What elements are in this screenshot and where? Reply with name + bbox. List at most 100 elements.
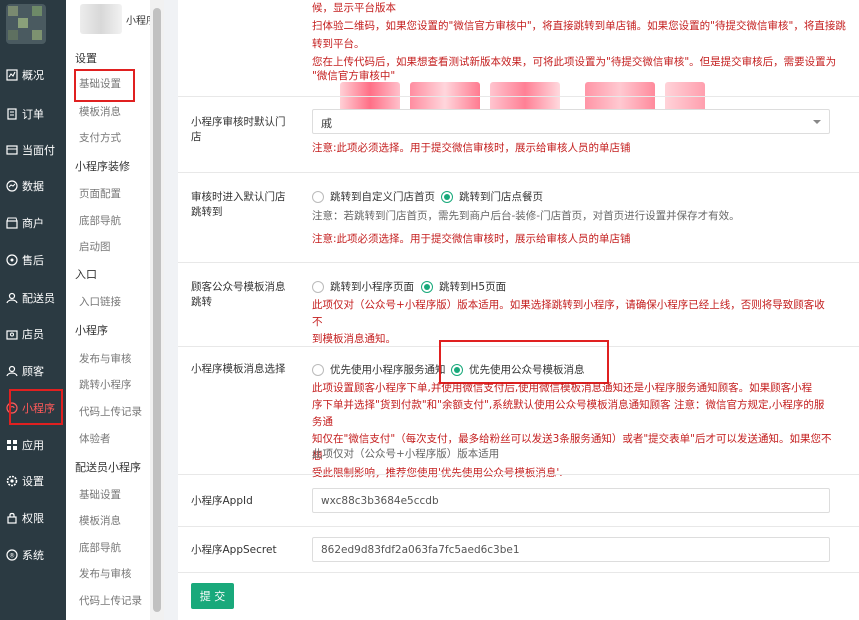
radio-dot[interactable]	[312, 280, 324, 293]
template-choice-label: 小程序模板消息选择	[191, 363, 286, 375]
apps-icon	[6, 439, 18, 451]
default-store-select[interactable]: 戚	[312, 109, 830, 134]
svg-text:®: ®	[9, 553, 15, 560]
sidebar-item-label: 设置	[22, 475, 44, 488]
row-divider	[178, 526, 859, 527]
blurred-store-name	[80, 4, 122, 34]
appid-label: 小程序AppId	[191, 495, 253, 507]
sidebar-item-label: 店员	[22, 328, 44, 341]
radio-store-order-page[interactable]: 跳转到门店点餐页	[441, 189, 543, 204]
submenu-link[interactable]: 代码上传记录	[79, 404, 142, 419]
submenu-link[interactable]: 发布与审核	[79, 566, 132, 581]
selected-option-highlight	[439, 340, 609, 384]
customer-icon	[6, 365, 18, 377]
sidebar-item-staff[interactable]: 店员	[0, 321, 66, 347]
sidebar-item-label: 应用	[22, 439, 44, 452]
sidebar-item-customer[interactable]: 顾客	[0, 358, 66, 384]
submenu-link[interactable]: 模板消息	[79, 104, 121, 119]
pay-icon	[6, 144, 18, 156]
submenu-link[interactable]: 底部导航	[79, 540, 121, 555]
sidebar-item-courier[interactable]: 配送员	[0, 285, 66, 311]
top-warning-line: "微信官方审核中"	[312, 70, 396, 82]
submenu-scrollbar[interactable]	[150, 0, 164, 620]
top-warning-line: 扫体验二维码，如果您设置的"微信官方审核中"，将直接跳转到单店铺。如果您设置的"…	[312, 20, 846, 32]
submenu-group-title: 小程序装修	[75, 160, 130, 173]
radio-miniprogram-service-notice[interactable]: 优先使用小程序服务通知	[312, 362, 446, 377]
sidebar-item-overview[interactable]: 概况	[0, 62, 66, 88]
sidebar-item-apps[interactable]: 应用	[0, 432, 66, 458]
submenu-link[interactable]: 支付方式	[79, 130, 121, 145]
submenu-link[interactable]: 模板消息	[79, 513, 121, 528]
sidebar-item-label: 概况	[22, 69, 44, 82]
courier-icon	[6, 292, 18, 304]
sidebar-item-permission[interactable]: 权限	[0, 505, 66, 531]
submenu-link[interactable]: 底部导航	[79, 213, 121, 228]
sidebar-item-label: 数据	[22, 180, 44, 193]
submenu-header: 小程序	[66, 0, 156, 40]
radio-jump-h5[interactable]: 跳转到H5页面	[421, 279, 506, 294]
sidebar-item-pay[interactable]: 当面付	[0, 137, 66, 163]
permission-icon	[6, 512, 18, 524]
appsecret-label: 小程序AppSecret	[191, 544, 277, 556]
jump-default-label: 审核时进入默认门店跳转到	[191, 191, 286, 218]
sidebar-item-label: 订单	[22, 108, 44, 121]
submenu-link[interactable]: 基础设置	[79, 487, 121, 502]
sidebar-item-settings[interactable]: 设置	[0, 468, 66, 494]
sidebar-item-system[interactable]: ® 系统	[0, 542, 66, 568]
settings-icon	[6, 475, 18, 487]
submenu-link[interactable]: 启动图	[79, 239, 111, 254]
row-divider	[178, 572, 859, 573]
sidebar-item-merchant[interactable]: 商户	[0, 210, 66, 236]
submenu-link[interactable]: 页面配置	[79, 186, 121, 201]
aftersale-icon	[6, 254, 18, 266]
chevron-down-icon	[811, 116, 823, 128]
row-divider	[178, 474, 859, 475]
submenu-link[interactable]: 入口链接	[79, 294, 121, 309]
system-icon: ®	[6, 549, 18, 561]
submit-button[interactable]: 提 交	[191, 583, 234, 609]
submenu-link[interactable]: 代码上传记录	[79, 593, 142, 608]
template-choice-help: 此项设置顾客小程序下单,并使用微信支付后,使用微信模板消息通知还是小程序服务通知…	[312, 382, 832, 479]
staff-icon	[6, 328, 18, 340]
sidebar-item-order[interactable]: 订单	[0, 101, 66, 127]
sidebar-item-label: 权限	[22, 512, 44, 525]
appid-input[interactable]: wxc88c3b3684e5ccdb	[312, 488, 830, 513]
data-icon	[6, 180, 18, 192]
order-icon	[6, 108, 18, 120]
submenu-link[interactable]: 跳转小程序	[79, 377, 132, 392]
radio-dot[interactable]	[421, 280, 433, 293]
submenu-group-title: 设置	[75, 52, 97, 65]
top-warning-line: 您在上传代码后，如果想查看测试新版本效果，可将此项设置为"待提交微信审核"。但是…	[312, 56, 837, 68]
submenu-link[interactable]: 体验者	[79, 431, 111, 446]
top-warning-line: 候，显示平台版本	[312, 2, 396, 14]
row-divider	[178, 172, 859, 173]
sidebar-item-aftersale[interactable]: 售后	[0, 247, 66, 273]
radio-custom-store-home[interactable]: 跳转到自定义门店首页	[312, 189, 435, 204]
row-divider	[178, 262, 859, 263]
sidebar-item-label: 系统	[22, 549, 44, 562]
radio-dot[interactable]	[312, 190, 324, 203]
sidebar-item-label: 配送员	[22, 292, 55, 305]
submenu-group-title: 配送员小程序	[75, 461, 141, 474]
radio-jump-miniprogram[interactable]: 跳转到小程序页面	[312, 279, 414, 294]
default-store-note: 注意:此项必须选择。用于提交微信审核时，展示给审核人员的单店铺	[312, 142, 631, 154]
appsecret-input[interactable]: 862ed9d83fdf2a063fa7fc5aed6c3be1	[312, 537, 830, 562]
sidebar-item-data[interactable]: 数据	[0, 173, 66, 199]
radio-dot[interactable]	[312, 363, 324, 376]
sidebar-item-label: 顾客	[22, 365, 44, 378]
app-logo	[6, 4, 46, 44]
row-divider	[178, 96, 859, 97]
active-nav-highlight	[9, 389, 63, 425]
scrollbar-thumb[interactable]	[153, 8, 161, 612]
default-store-value: 戚	[321, 117, 332, 130]
radio-dot[interactable]	[441, 190, 453, 203]
active-submenu-highlight	[74, 69, 135, 102]
jump-default-help: 注意：若跳转到门店首页，需先到商户后台-装修-门店首页，对首页进行设置并保存才有…	[312, 210, 740, 222]
default-store-label: 小程序审核时默认门店	[191, 116, 286, 143]
sidebar-item-label: 当面付	[22, 144, 55, 157]
overview-icon	[6, 69, 18, 81]
submenu-group-title: 入口	[75, 268, 97, 281]
submenu-link[interactable]: 发布与审核	[79, 351, 132, 366]
template-jump-label: 顾客公众号模板消息跳转	[191, 281, 286, 308]
top-warning-line: 转到平台。	[312, 38, 365, 50]
